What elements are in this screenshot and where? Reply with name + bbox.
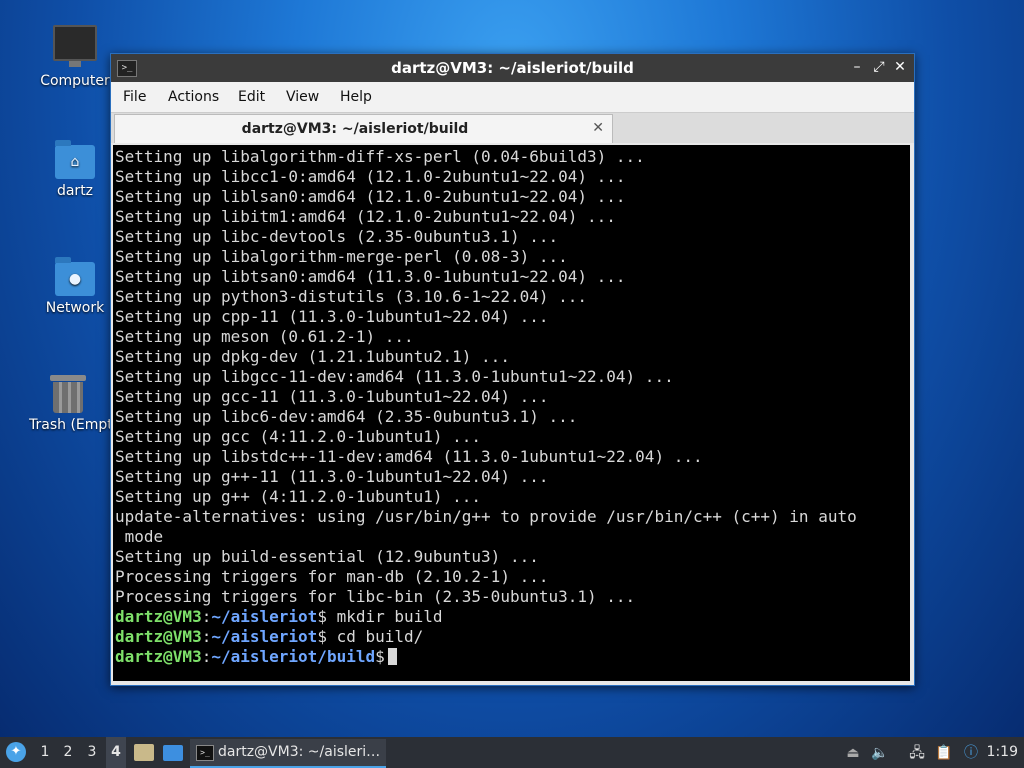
- prompt-user: dartz@VM3: [115, 607, 202, 626]
- tab-terminal[interactable]: dartz@VM3: ~/aisleriot/build ✕: [114, 114, 613, 143]
- prompt-command: cd build/: [326, 627, 424, 646]
- minimize-button[interactable]: –: [848, 58, 866, 76]
- prompt-user: dartz@VM3: [115, 627, 202, 646]
- desktop-icon-trash[interactable]: Trash (Empty): [25, 375, 110, 433]
- menu-help[interactable]: Help: [340, 89, 372, 105]
- tab-close-icon[interactable]: ✕: [592, 120, 604, 136]
- prompt-line: dartz@VM3:~/aisleriot$ cd build/: [115, 627, 424, 646]
- prompt-path: ~/aisleriot/build: [211, 647, 376, 666]
- terminal-line: update-alternatives: using /usr/bin/g++ …: [115, 507, 857, 526]
- tab-bar: dartz@VM3: ~/aisleriot/build ✕: [111, 113, 914, 143]
- terminal-line: Setting up meson (0.61.2-1) ...: [115, 327, 414, 346]
- prompt-line[interactable]: dartz@VM3:~/aisleriot/build$: [115, 647, 397, 667]
- file-manager-launcher-icon[interactable]: [134, 744, 154, 761]
- taskbar-terminal-button[interactable]: >_ dartz@VM3: ~/aisleri…: [190, 739, 386, 768]
- close-button[interactable]: ✕: [891, 58, 909, 76]
- taskbar-task-label: dartz@VM3: ~/aisleri…: [218, 744, 381, 760]
- terminal-window: >_ dartz@VM3: ~/aisleriot/build – ⤢ ✕ Fi…: [110, 53, 915, 686]
- workspace-3[interactable]: 3: [82, 737, 102, 768]
- terminal-line: Processing triggers for libc-bin (2.35-0…: [115, 587, 636, 606]
- workspace-2[interactable]: 2: [58, 737, 78, 768]
- window-titlebar[interactable]: >_ dartz@VM3: ~/aisleriot/build – ⤢ ✕: [111, 54, 914, 82]
- terminal-line: Setting up gcc (4:11.2.0-1ubuntu1) ...: [115, 427, 482, 446]
- network-icon[interactable]: 🖧: [908, 744, 926, 762]
- notification-icon[interactable]: ⓘ: [962, 744, 980, 762]
- volume-icon[interactable]: 🔈: [871, 744, 889, 762]
- trash-icon: [49, 375, 86, 413]
- desktop-icon-label: Trash (Empty): [29, 417, 110, 433]
- terminal-output[interactable]: Setting up libalgorithm-diff-xs-perl (0.…: [113, 145, 910, 681]
- menu-file[interactable]: File: [123, 89, 146, 105]
- eject-icon[interactable]: ⏏: [844, 744, 862, 762]
- menu-edit[interactable]: Edit: [238, 89, 265, 105]
- tab-label: dartz@VM3: ~/aisleriot/build: [241, 121, 469, 137]
- terminal-line: Setting up libc-devtools (2.35-0ubuntu3.…: [115, 227, 559, 246]
- terminal-line: mode: [115, 527, 164, 546]
- terminal-line: Setting up gcc-11 (11.3.0-1ubuntu1~22.04…: [115, 387, 549, 406]
- terminal-line: Setting up libalgorithm-merge-perl (0.08…: [115, 247, 568, 266]
- menu-bar: File Actions Edit View Help: [111, 82, 914, 113]
- taskbar: ✦ 1 2 3 4 >_ dartz@VM3: ~/aisleri… ⏏ 🔈 🖧…: [0, 737, 1024, 768]
- show-desktop-icon[interactable]: [163, 745, 183, 761]
- menu-view[interactable]: View: [286, 89, 319, 105]
- terminal-line: Setting up g++ (4:11.2.0-1ubuntu1) ...: [115, 487, 482, 506]
- terminal-line: Setting up libcc1-0:amd64 (12.1.0-2ubunt…: [115, 167, 626, 186]
- terminal-line: Setting up build-essential (12.9ubuntu3)…: [115, 547, 539, 566]
- computer-icon: [53, 25, 97, 67]
- text-cursor: [387, 648, 397, 665]
- window-title: dartz@VM3: ~/aisleriot/build: [391, 59, 634, 77]
- terminal-icon: >_: [196, 745, 214, 761]
- prompt-line: dartz@VM3:~/aisleriot$ mkdir build: [115, 607, 443, 626]
- menu-actions[interactable]: Actions: [168, 89, 219, 105]
- network-folder-icon: ●: [55, 257, 95, 296]
- terminal-line: Setting up g++-11 (11.3.0-1ubuntu1~22.04…: [115, 467, 549, 486]
- terminal-line: Setting up libalgorithm-diff-xs-perl (0.…: [115, 147, 645, 166]
- prompt-path: ~/aisleriot: [211, 627, 318, 646]
- prompt-user: dartz@VM3: [115, 647, 202, 666]
- terminal-line: Processing triggers for man-db (2.10.2-1…: [115, 567, 549, 586]
- prompt-path: ~/aisleriot: [211, 607, 318, 626]
- terminal-line: Setting up python3-distutils (3.10.6-1~2…: [115, 287, 588, 306]
- maximize-button[interactable]: ⤢: [870, 58, 888, 76]
- terminal-line: Setting up liblsan0:amd64 (12.1.0-2ubunt…: [115, 187, 626, 206]
- workspace-1[interactable]: 1: [35, 737, 55, 768]
- terminal-line: Setting up libitm1:amd64 (12.1.0-2ubuntu…: [115, 207, 616, 226]
- prompt-command: mkdir build: [326, 607, 443, 626]
- terminal-line: Setting up dpkg-dev (1.21.1ubuntu2.1) ..…: [115, 347, 510, 366]
- clock[interactable]: 1:19: [987, 737, 1018, 768]
- start-menu-icon[interactable]: ✦: [6, 742, 26, 762]
- terminal-line: Setting up libgcc-11-dev:amd64 (11.3.0-1…: [115, 367, 674, 386]
- terminal-line: Setting up libc6-dev:amd64 (2.35-0ubuntu…: [115, 407, 578, 426]
- home-folder-icon: ⌂: [55, 140, 95, 179]
- clipboard-icon[interactable]: 📋: [935, 744, 953, 762]
- terminal-line: Setting up libtsan0:amd64 (11.3.0-1ubunt…: [115, 267, 626, 286]
- terminal-line: Setting up cpp-11 (11.3.0-1ubuntu1~22.04…: [115, 307, 549, 326]
- terminal-line: Setting up libstdc++-11-dev:amd64 (11.3.…: [115, 447, 703, 466]
- workspace-4[interactable]: 4: [106, 737, 126, 768]
